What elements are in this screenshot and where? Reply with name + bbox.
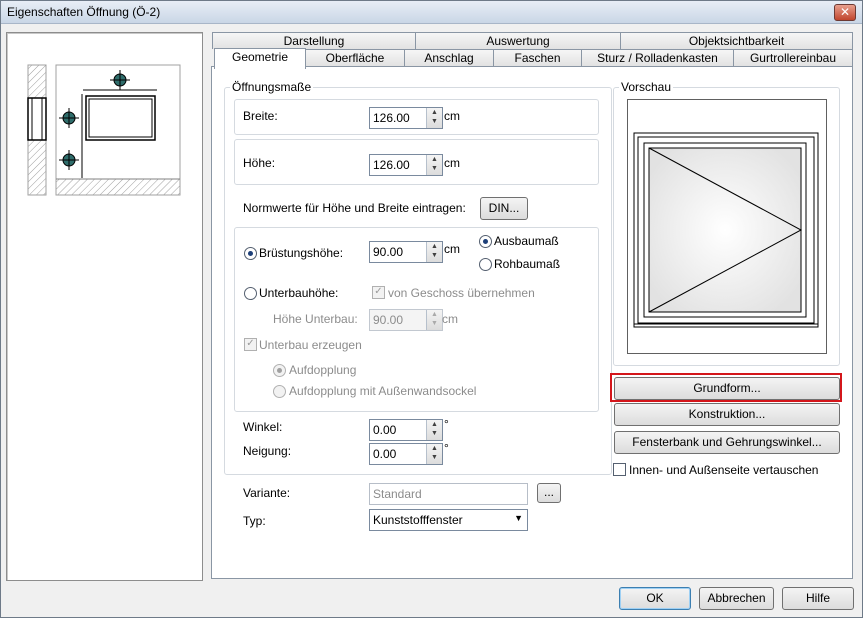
von-geschoss-label: von Geschoss übernehmen: [388, 286, 535, 300]
vertauschen-label: Innen- und Außenseite vertauschen: [629, 463, 819, 477]
aufdopplung-sockel-radio[interactable]: [273, 385, 286, 398]
window-preview-drawing: [633, 132, 819, 328]
tab-darstellung[interactable]: Darstellung: [212, 32, 416, 49]
aufdopplung-radio[interactable]: [273, 364, 286, 377]
aufdopplung-sockel-label: Aufdopplung mit Außenwandsockel: [289, 384, 477, 398]
window-preview: [627, 99, 827, 354]
vertauschen-checkbox[interactable]: [613, 463, 626, 476]
neigung-unit: °: [444, 441, 449, 455]
ausbaumass-label: Ausbaumaß: [494, 234, 559, 248]
chevron-down-icon: ▼: [514, 513, 523, 523]
neigung-label: Neigung:: [243, 444, 292, 458]
ok-button[interactable]: OK: [619, 587, 691, 610]
ausbaumass-radio[interactable]: [479, 235, 492, 248]
tab-anschlag[interactable]: Anschlag: [404, 49, 494, 66]
breite-unit: cm: [444, 109, 460, 123]
elevation-preview-panel: [6, 32, 203, 581]
tab-geometrie[interactable]: Geometrie: [214, 48, 306, 69]
bruestungshoehe-label: Brüstungshöhe:: [259, 246, 344, 260]
rohbaumass-label: Rohbaumaß: [494, 257, 561, 271]
hoehe-label: Höhe:: [243, 156, 276, 170]
hoehe-unterbau-unit: cm: [442, 312, 458, 326]
hoehe-unterbau-input[interactable]: 90.00 ▲ ▼: [369, 309, 443, 331]
neigung-input[interactable]: 0.00 ▲ ▼: [369, 443, 443, 465]
window-title: Eigenschaften Öffnung (Ö-2): [7, 5, 161, 19]
von-geschoss-checkbox[interactable]: ✓: [372, 286, 385, 299]
unterbau-erzeugen-checkbox[interactable]: ✓: [244, 338, 257, 351]
tab-faschen[interactable]: Faschen: [493, 49, 582, 66]
tab-gurtrollereinbau[interactable]: Gurtrollereinbau: [733, 49, 853, 66]
hoehe-spin-arrows[interactable]: ▲ ▼: [426, 155, 442, 175]
tab-oberflaeche[interactable]: Oberfläche: [305, 49, 405, 66]
winkel-input[interactable]: 0.00 ▲ ▼: [369, 419, 443, 441]
tab-sturz-rolladenkasten[interactable]: Sturz / Rolladenkasten: [581, 49, 734, 66]
neigung-spin-arrows[interactable]: ▲ ▼: [426, 444, 442, 464]
variante-label: Variante:: [243, 486, 291, 500]
bruestungshoehe-input[interactable]: 90.00 ▲ ▼: [369, 241, 443, 263]
winkel-label: Winkel:: [243, 420, 283, 434]
unterbauhoehe-label: Unterbauhöhe:: [259, 286, 339, 300]
normwerte-label: Normwerte für Höhe und Breite eintragen:: [243, 201, 466, 215]
vorschau-title: Vorschau: [619, 80, 674, 94]
breite-label: Breite:: [243, 109, 278, 123]
oeffnungsmasse-title: Öffnungsmaße: [230, 80, 314, 94]
konstruktion-button[interactable]: Konstruktion...: [614, 403, 840, 426]
rohbaumass-radio[interactable]: [479, 258, 492, 271]
din-button[interactable]: DIN...: [480, 197, 528, 220]
variante-field[interactable]: Standard: [369, 483, 528, 505]
elevation-diagram: [27, 64, 181, 196]
tab-auswertung[interactable]: Auswertung: [415, 32, 621, 49]
title-bar[interactable]: Eigenschaften Öffnung (Ö-2) ✕: [1, 1, 862, 24]
abbrechen-button[interactable]: Abbrechen: [699, 587, 774, 610]
winkel-unit: °: [444, 417, 449, 431]
fensterbank-button[interactable]: Fensterbank und Gehrungswinkel...: [614, 431, 840, 454]
dialog-window: Eigenschaften Öffnung (Ö-2) ✕ Darstellun…: [0, 0, 863, 618]
typ-label: Typ:: [243, 514, 266, 528]
hoehe-input[interactable]: 126.00 ▲ ▼: [369, 154, 443, 176]
hoehe-unterbau-label: Höhe Unterbau:: [273, 312, 358, 326]
hilfe-button[interactable]: Hilfe: [782, 587, 854, 610]
highlight-frame: [610, 373, 842, 402]
unterbauhoehe-radio[interactable]: [244, 287, 257, 300]
breite-input[interactable]: 126.00 ▲ ▼: [369, 107, 443, 129]
variante-browse-button[interactable]: ...: [537, 483, 561, 503]
bruestungshoehe-radio[interactable]: [244, 247, 257, 260]
winkel-spin-arrows[interactable]: ▲ ▼: [426, 420, 442, 440]
unterbau-erzeugen-label: Unterbau erzeugen: [259, 338, 362, 352]
bruestungshoehe-spin-arrows[interactable]: ▲ ▼: [426, 242, 442, 262]
breite-spin-arrows[interactable]: ▲ ▼: [426, 108, 442, 128]
aufdopplung-label: Aufdopplung: [289, 363, 357, 377]
bruestungshoehe-unit: cm: [444, 242, 460, 256]
typ-select[interactable]: Kunststofffenster ▼: [369, 509, 528, 531]
hoehe-unit: cm: [444, 156, 460, 170]
hoehe-unterbau-spin-arrows[interactable]: ▲ ▼: [426, 310, 442, 330]
close-button[interactable]: ✕: [834, 4, 856, 21]
tab-objektsichtbarkeit[interactable]: Objektsichtbarkeit: [620, 32, 853, 49]
